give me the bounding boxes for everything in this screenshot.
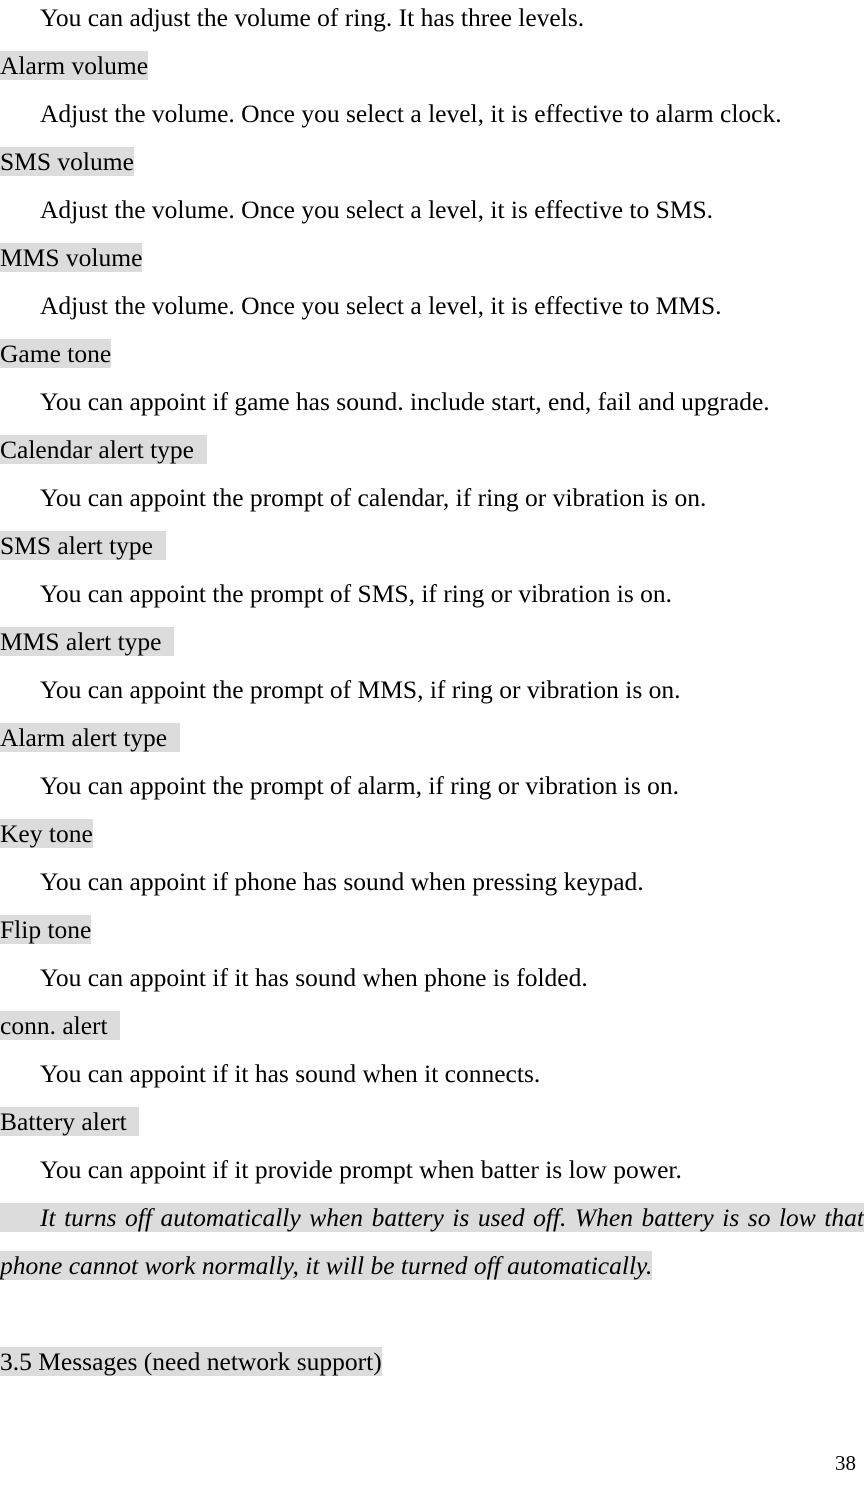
body-alarm-alert-type: You can appoint the prompt of alarm, if … — [40, 771, 680, 800]
heading-conn-alert: conn. alert — [0, 1002, 864, 1050]
heading-alarm-volume: Alarm volume — [0, 42, 864, 90]
heading-battery-alert-text: Battery alert — [0, 1107, 140, 1136]
heading-mms-volume-text: MMS volume — [0, 243, 143, 272]
heading-calendar-alert-type: Calendar alert type — [0, 426, 864, 474]
battery-auto-off-note: It turns off automatically when battery … — [0, 1194, 864, 1290]
heading-alarm-alert-type: Alarm alert type — [0, 714, 864, 762]
heading-calendar-alert-type-text: Calendar alert type — [0, 435, 207, 464]
heading-alarm-alert-type-text: Alarm alert type — [0, 723, 180, 752]
heading-flip-tone: Flip tone — [0, 906, 864, 954]
heading-sms-volume: SMS volume — [0, 138, 864, 186]
battery-auto-off-note-text: It turns off automatically when battery … — [0, 1203, 864, 1280]
body-game-tone: You can appoint if game has sound. inclu… — [40, 387, 770, 416]
document-page: You can adjust the volume of ring. It ha… — [0, 0, 864, 1487]
body-sms-alert-type: You can appoint the prompt of SMS, if ri… — [40, 579, 673, 608]
heading-conn-alert-text: conn. alert — [0, 1011, 121, 1040]
heading-sms-volume-text: SMS volume — [0, 147, 134, 176]
heading-battery-alert: Battery alert — [0, 1098, 864, 1146]
heading-key-tone-text: Key tone — [0, 819, 93, 848]
heading-mms-volume: MMS volume — [0, 234, 864, 282]
body-alarm-volume: Adjust the volume. Once you select a lev… — [40, 99, 782, 128]
heading-mms-alert-type-text: MMS alert type — [0, 627, 175, 656]
body-mms-volume: Adjust the volume. Once you select a lev… — [40, 291, 722, 320]
heading-sms-alert-type: SMS alert type — [0, 522, 864, 570]
section-heading-messages: 3.5 Messages (need network support) — [0, 1338, 864, 1386]
page-number: 38 — [835, 1451, 856, 1475]
page-content: You can adjust the volume of ring. It ha… — [0, 0, 864, 1386]
heading-game-tone: Game tone — [0, 330, 864, 378]
heading-game-tone-text: Game tone — [0, 339, 112, 368]
intro-paragraph: You can adjust the volume of ring. It ha… — [40, 3, 585, 32]
body-sms-volume: Adjust the volume. Once you select a lev… — [40, 195, 714, 224]
heading-alarm-volume-text: Alarm volume — [0, 51, 149, 80]
heading-sms-alert-type-text: SMS alert type — [0, 531, 166, 560]
note-body: It turns off automatically when battery … — [0, 1203, 864, 1280]
body-calendar-alert-type: You can appoint the prompt of calendar, … — [40, 483, 707, 512]
body-conn-alert: You can appoint if it has sound when it … — [40, 1059, 541, 1088]
heading-key-tone: Key tone — [0, 810, 864, 858]
body-key-tone: You can appoint if phone has sound when … — [40, 867, 644, 896]
heading-mms-alert-type: MMS alert type — [0, 618, 864, 666]
body-flip-tone: You can appoint if it has sound when pho… — [40, 963, 588, 992]
body-mms-alert-type: You can appoint the prompt of MMS, if ri… — [40, 675, 681, 704]
body-battery-alert: You can appoint if it provide prompt whe… — [40, 1155, 682, 1184]
section-heading-messages-text: 3.5 Messages (need network support) — [0, 1347, 382, 1376]
heading-flip-tone-text: Flip tone — [0, 915, 92, 944]
